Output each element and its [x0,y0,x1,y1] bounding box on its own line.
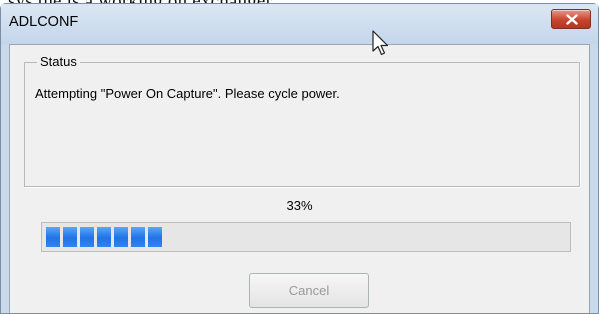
status-group-label: Status [37,54,80,70]
progress-block [63,227,77,247]
title-bar[interactable]: ADLCONF [1,4,598,44]
progress-percent-label: 33% [286,198,313,213]
progress-block [80,227,94,247]
progress-block [46,227,60,247]
mouse-pointer-icon [372,30,389,56]
dialog-client-area: Status Attempting "Power On Capture". Pl… [9,44,590,313]
cancel-button[interactable]: Cancel [249,273,369,308]
close-icon [566,14,578,25]
status-message: Attempting "Power On Capture". Please cy… [35,86,340,101]
progress-block [97,227,111,247]
dialog-window: ADLCONF Status Attempting "Power On Capt… [0,3,599,314]
progress-block [131,227,145,247]
progress-fill [46,227,162,247]
progress-bar [41,222,571,252]
progress-block [114,227,128,247]
progress-block [148,227,162,247]
status-groupbox: Status Attempting "Power On Capture". Pl… [24,54,580,187]
close-button[interactable] [551,9,591,29]
window-title: ADLCONF [9,14,79,30]
